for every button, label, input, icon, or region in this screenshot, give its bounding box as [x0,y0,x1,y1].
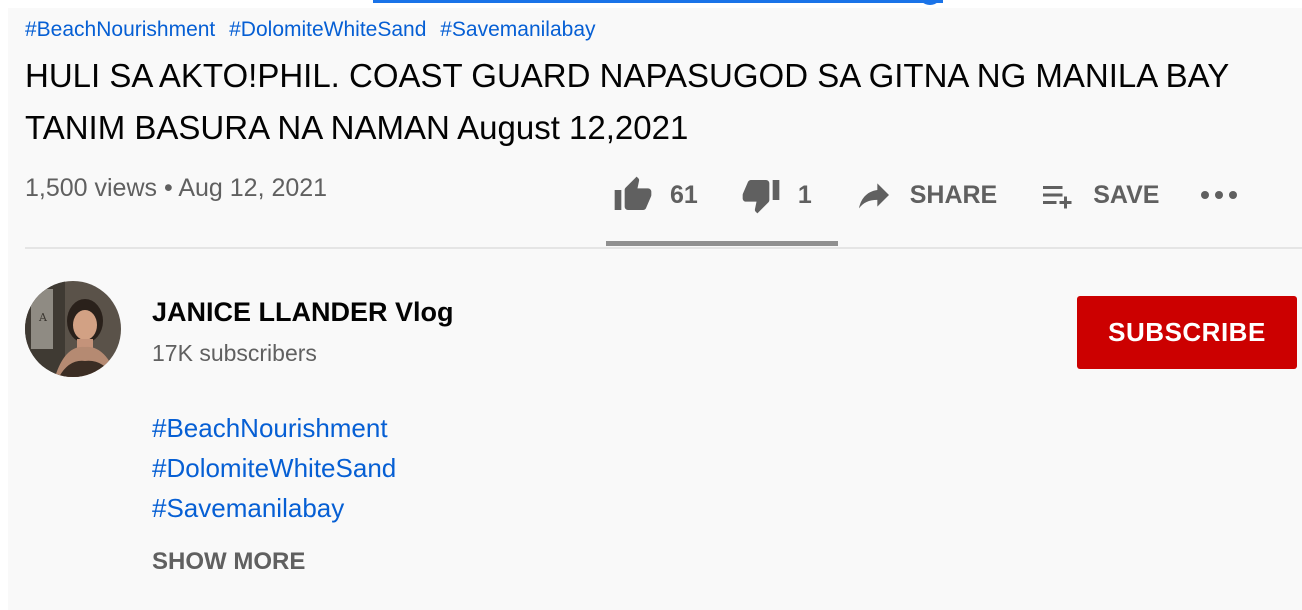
section-divider [25,247,1302,249]
video-title: HULI SA AKTO!PHIL. COAST GUARD NAPASUGOD… [25,50,1285,154]
playlist-add-icon [1043,186,1072,209]
more-horizontal-icon [1201,191,1238,199]
thumb-down-icon [742,180,780,214]
channel-name[interactable]: JANICE LLANDER Vlog [152,297,454,328]
upload-date: Aug 12, 2021 [178,174,328,202]
view-count: 1,500 views [25,174,158,202]
like-button[interactable]: 61 [610,175,698,215]
dislike-button[interactable]: 1 [738,175,812,215]
dislike-count: 1 [797,180,812,209]
save-label: SAVE [1093,180,1160,209]
top-hashtag-link[interactable]: #DolomiteWhiteSand [229,18,426,41]
avatar-photo: A [25,281,121,377]
description-hashtag-link[interactable]: #Savemanilabay [152,488,396,528]
video-progress-bar[interactable] [373,0,943,3]
thumb-up-icon [614,176,652,210]
video-title-line: TANIM BASURA NA NAMAN August 12,2021 [25,109,689,146]
top-hashtags: #BeachNourishment #DolomiteWhiteSand #Sa… [25,18,604,42]
share-arrow-icon [858,183,889,209]
video-description: #BeachNourishment #DolomiteWhiteSand #Sa… [152,408,396,528]
meta-separator: • [163,174,173,202]
video-meta: 1,500 views • Aug 12, 2021 [25,174,327,203]
video-title-line: HULI SA AKTO!PHIL. COAST GUARD NAPASUGOD… [25,57,1230,94]
description-hashtag-link[interactable]: #DolomiteWhiteSand [152,448,396,488]
more-actions-button[interactable] [1199,183,1253,207]
top-hashtag-link[interactable]: #BeachNourishment [25,18,215,41]
subscriber-count: 17K subscribers [152,340,317,366]
video-actions: 61 1 SHARE SAVE [610,165,1293,225]
description-hashtag-link[interactable]: #BeachNourishment [152,408,396,448]
share-label: SHARE [909,180,998,209]
subscribe-button[interactable]: SUBSCRIBE [1077,296,1297,369]
like-dislike-ratio-bar [606,241,838,246]
save-button[interactable]: SAVE [1037,177,1159,213]
like-count: 61 [670,180,698,209]
show-more-button[interactable]: SHOW MORE [152,548,305,576]
channel-avatar[interactable]: A [25,281,121,377]
top-hashtag-link[interactable]: #Savemanilabay [440,18,595,41]
share-button[interactable]: SHARE [852,175,998,215]
svg-text:A: A [38,311,48,324]
